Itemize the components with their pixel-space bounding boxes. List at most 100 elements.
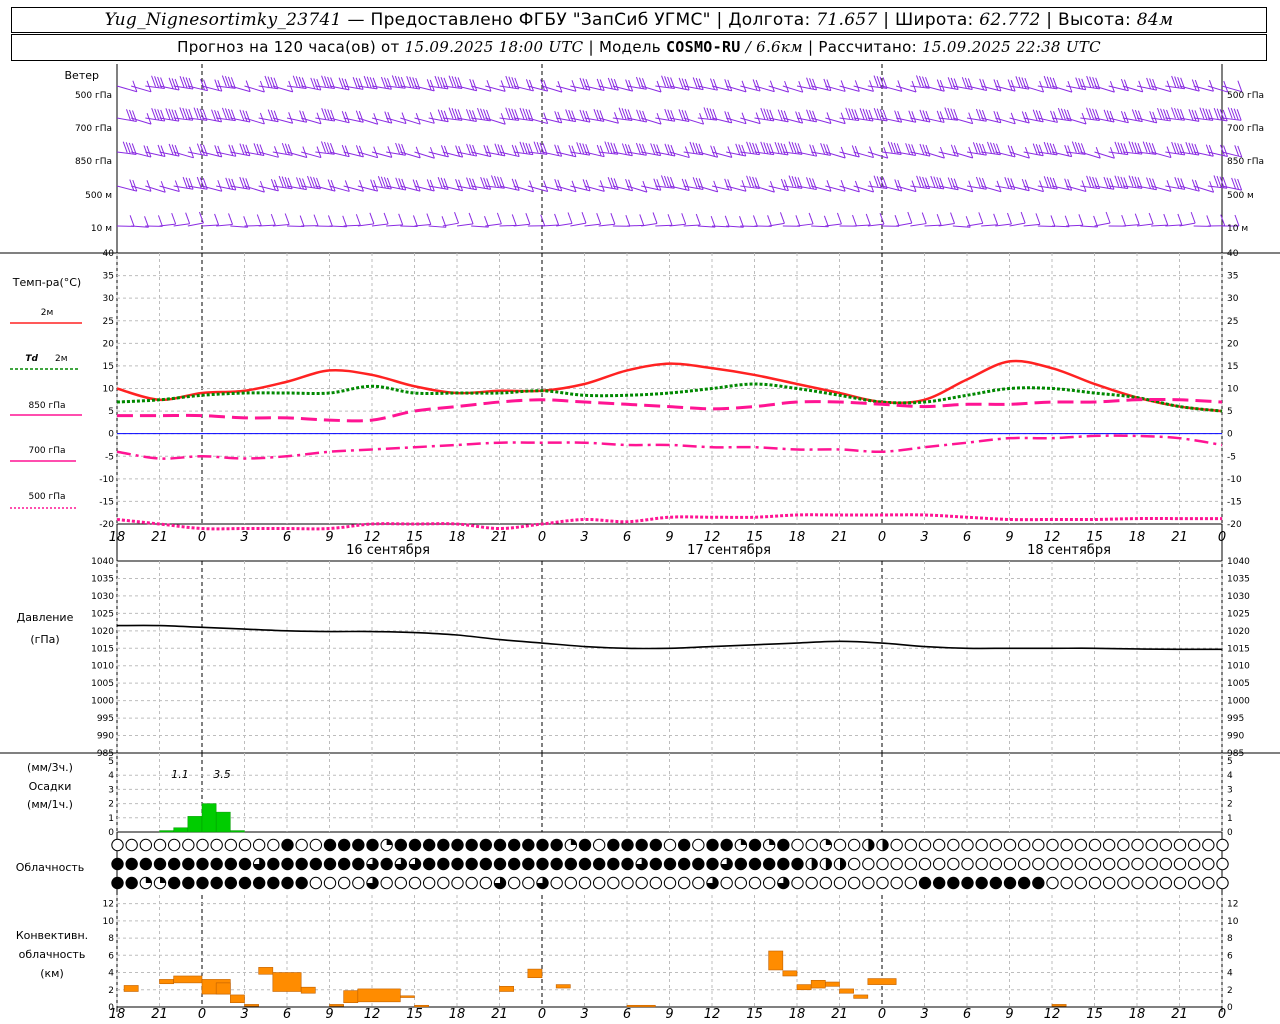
cloud-icon — [564, 857, 578, 871]
y-tick-label: 1030 — [91, 592, 114, 602]
x-tick-label: 3 — [580, 530, 588, 545]
cloud-circle — [295, 838, 308, 852]
barb-feather — [1206, 215, 1212, 227]
cloud-icon — [1088, 876, 1102, 890]
cloud-icon — [564, 838, 578, 852]
conv-bar — [357, 988, 401, 1003]
cloud-icon — [125, 838, 138, 852]
cloud-icon — [805, 838, 818, 852]
wind-barb — [584, 212, 602, 227]
cloud-circle — [238, 838, 252, 852]
cloud-icon — [762, 876, 776, 890]
barb-feather — [270, 213, 276, 226]
x-tick-label: 12 — [1044, 1007, 1061, 1022]
y-tick-label-right: -20 — [1227, 520, 1242, 530]
cloud-icon — [153, 838, 167, 852]
cloud-circle — [805, 876, 818, 890]
cloud-fill — [763, 858, 775, 870]
cloud-circle — [876, 857, 889, 871]
y-tick-label: 10 — [103, 385, 115, 395]
barb-feather — [1220, 214, 1226, 226]
barb-feather — [1064, 215, 1070, 227]
cloud-fill — [380, 858, 393, 870]
cloud-icon — [182, 876, 195, 890]
wind-barb — [442, 145, 464, 158]
y-tick-label-right: 3 — [1227, 785, 1233, 795]
cloud-icon — [635, 857, 648, 871]
cloud-circle — [550, 876, 563, 890]
y-tick-label-right: 1000 — [1227, 697, 1250, 707]
wind-barb — [145, 107, 166, 122]
wind-barb — [598, 213, 616, 227]
conv-bar — [768, 950, 784, 971]
cloud-fill — [777, 839, 790, 851]
cloud-icon — [833, 838, 847, 852]
cloud-circle — [734, 876, 748, 890]
wind-barb — [556, 144, 577, 158]
cloud-circle — [437, 876, 450, 890]
wind-barb — [527, 79, 549, 92]
cloud-icon — [1060, 857, 1073, 871]
cloud-icon — [224, 838, 238, 852]
x-tick-label: 3 — [920, 1007, 928, 1022]
cloud-circle — [833, 838, 847, 852]
y-tick-label: -10 — [99, 475, 114, 485]
cloud-icon — [1060, 838, 1073, 852]
cloud-circle — [210, 838, 223, 852]
wind-barb — [981, 79, 1002, 92]
barb-shaft — [386, 224, 403, 227]
wind-level-2-right: 700 гПа — [1227, 124, 1264, 134]
cloud-icon — [578, 838, 592, 852]
cloud-icon — [1032, 876, 1045, 890]
barb-feather — [840, 80, 846, 92]
cloud-fill — [933, 877, 945, 889]
barb-feather — [667, 214, 673, 226]
conv-bar — [159, 979, 174, 985]
cloud-icon — [380, 838, 393, 852]
cloud-icon — [210, 857, 223, 871]
cloud-icon — [564, 876, 578, 890]
barb-feather — [412, 215, 418, 227]
cloud-fill — [720, 839, 733, 851]
cloud-icon — [578, 857, 592, 871]
cloud-icon — [847, 876, 861, 890]
cloud-icon — [153, 876, 167, 890]
cloud-circle — [862, 857, 875, 871]
wind-barb — [1080, 215, 1099, 228]
barb-feather — [614, 112, 619, 124]
x-tick-label: 0 — [878, 530, 886, 545]
cloud-circle — [890, 876, 903, 890]
cloud-icon — [337, 857, 351, 871]
cloud-circle — [791, 876, 804, 890]
cloud-fill — [281, 839, 294, 851]
cloud-fill — [253, 877, 265, 889]
barb-feather — [854, 80, 860, 92]
y-tick-label-right: 8 — [1227, 934, 1233, 944]
y-tick-label-right: 0 — [1227, 430, 1233, 440]
wind-barb — [995, 145, 1016, 158]
cloud-icon — [125, 857, 138, 871]
conv-bar — [258, 967, 274, 975]
y-tick-label: 2 — [108, 800, 114, 810]
cloud-icon — [337, 876, 351, 890]
x-tick-labels: 18 21 0 3 6 9 12 15 18 21 0 3 6 9 12 15 18 21 0 3 6 9 12 15 18 21… — [109, 530, 1226, 1022]
cloud-icon — [309, 876, 323, 890]
cloud-circle — [252, 838, 266, 852]
cloud-icon — [862, 857, 875, 871]
barb-shaft — [1009, 222, 1026, 227]
barb-feather — [695, 213, 701, 226]
cloud-icon — [1145, 876, 1158, 890]
y-tick-label-right: 40 — [1227, 249, 1239, 259]
cloud-circle — [182, 838, 195, 852]
cloud-fill — [352, 839, 365, 851]
cloud-fill — [650, 858, 662, 870]
cloud-circle — [1088, 876, 1102, 890]
y-tick-label-right: 1025 — [1227, 609, 1250, 619]
wind-barb — [131, 145, 152, 158]
cloud-icon — [1003, 857, 1017, 871]
cloud-circle — [1117, 857, 1130, 871]
cloud-icon — [918, 838, 932, 852]
wind-barb — [329, 180, 350, 192]
cloud-icon — [607, 876, 620, 890]
barb-feather — [511, 214, 517, 226]
